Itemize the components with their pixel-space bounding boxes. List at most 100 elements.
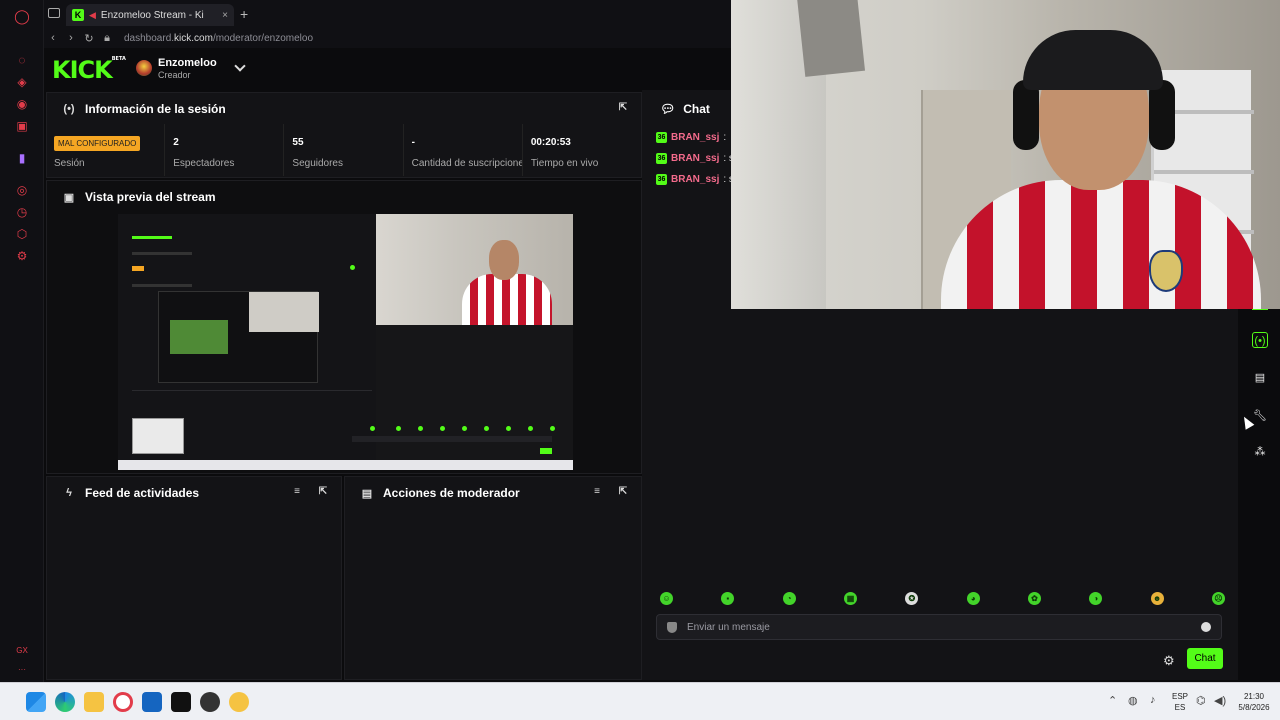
emote-icon[interactable]: ✪ — [905, 592, 919, 605]
filter-icon[interactable]: ≡ — [291, 486, 303, 498]
preview-dot — [440, 426, 445, 431]
emote-icon[interactable]: ☹ — [1211, 592, 1225, 605]
more-icon[interactable]: ··· — [14, 662, 30, 678]
channel-avatar[interactable] — [136, 60, 152, 76]
volume-tray-icon[interactable]: ◀) — [1214, 694, 1226, 707]
network-tray-icon[interactable]: ◍ — [1128, 694, 1138, 707]
settings-icon[interactable]: ⚙ — [14, 248, 30, 264]
messenger-icon[interactable]: ◉ — [14, 96, 30, 112]
app-icon[interactable] — [229, 692, 249, 712]
stat-value: 55 — [292, 137, 304, 148]
expand-icon[interactable]: ⇱ — [617, 486, 629, 498]
back-icon[interactable]: ‹ — [44, 32, 62, 44]
extensions-icon[interactable]: ⬡ — [14, 226, 30, 242]
clock-time: 21:30 — [1243, 692, 1265, 701]
mod-actions-title: Acciones de moderador — [383, 486, 520, 500]
opera-logo-icon[interactable]: ◯ — [14, 8, 30, 24]
speaker-icon[interactable]: ◀ — [89, 10, 96, 21]
emote-icon[interactable]: ☻ — [1150, 592, 1164, 605]
headset-right — [1149, 80, 1175, 150]
emote-icon[interactable]: ▦ — [843, 592, 857, 605]
kick-header: KICKBETA Enzomeloo Creador — [44, 48, 734, 90]
chat-message-input[interactable] — [687, 619, 1187, 636]
stat-label: Sesión — [54, 158, 85, 169]
twitch-icon[interactable]: ▮ — [14, 150, 30, 166]
share-icon[interactable]: ⁂ — [1252, 444, 1268, 460]
tab-kick-dashboard[interactable]: K ◀ Enzomeloo Stream - Ki × — [66, 4, 234, 26]
chat-message[interactable]: 36 BRAN_ssj : sig — [656, 174, 742, 185]
stat-label: Seguidores — [292, 158, 343, 169]
preview-thumbnail — [132, 418, 184, 454]
mod-actions-panel: ▤ Acciones de moderador ≡ ⇱ — [344, 476, 642, 680]
opera-sidebar: ◯ ◌ ◈ ◉ ▣ ▮ ◎ ◷ ⬡ ⚙ GX ··· — [0, 0, 44, 682]
wrench-icon[interactable]: 🔧︎ — [1252, 408, 1268, 424]
emote-icon[interactable]: ✿ — [1027, 592, 1041, 605]
chat-title: Chat — [683, 102, 710, 116]
mic-tray-icon[interactable]: ♪ — [1150, 694, 1156, 706]
chat-settings-icon[interactable]: ⚙ — [1163, 653, 1175, 669]
url-field[interactable]: dashboard.kick.com/moderator/enzomeloo — [124, 33, 313, 44]
preview-dot — [462, 426, 467, 431]
store-icon[interactable] — [142, 692, 162, 712]
gx-icon[interactable]: GX — [14, 643, 30, 659]
bag-icon[interactable]: ◈ — [14, 74, 30, 90]
stat-value: 2 — [173, 137, 179, 148]
chat-username[interactable]: BRAN_ssj — [671, 132, 719, 143]
emote-icon[interactable]: ◑ — [1089, 592, 1103, 605]
subscriber-badge-icon: 36 — [656, 153, 667, 164]
chat-message[interactable]: 36 BRAN_ssj : — [656, 132, 726, 143]
channel-name[interactable]: Enzomeloo — [158, 57, 217, 69]
subscriber-badge-icon: 36 — [656, 174, 667, 185]
edge-icon[interactable] — [55, 692, 75, 712]
expand-icon[interactable]: ⇱ — [617, 102, 629, 114]
emote-icon[interactable]: ◔ — [782, 592, 796, 605]
tab-close-icon[interactable]: × — [222, 10, 228, 21]
preview-person-body — [462, 274, 552, 325]
emote-icon[interactable]: ▪ — [721, 592, 735, 605]
obs-icon[interactable] — [200, 692, 220, 712]
emoji-icon[interactable] — [1201, 622, 1211, 632]
aria-icon[interactable]: ◌ — [14, 52, 30, 68]
tiktok-icon[interactable] — [171, 692, 191, 712]
opera-gx-icon[interactable] — [113, 692, 133, 712]
preview-input — [352, 436, 552, 442]
activity-feed-title: Feed de actividades — [85, 486, 200, 500]
kick-logo[interactable]: KICKBETA — [52, 56, 126, 84]
logo-text: KICK — [52, 56, 113, 84]
history-icon[interactable]: ◷ — [14, 204, 30, 220]
stream-preview-video[interactable] — [118, 214, 573, 470]
broadcast-tool-icon[interactable]: (•) — [1252, 332, 1268, 348]
filter-icon[interactable]: ≡ — [591, 486, 603, 498]
language-indicator[interactable]: ESP ES — [1170, 691, 1190, 713]
session-info-title: Información de la sesión — [85, 102, 226, 116]
mod-actions-header: ▤ Acciones de moderador ≡ ⇱ — [345, 477, 641, 509]
expand-icon[interactable]: ⇱ — [317, 486, 329, 498]
preview-dot — [350, 265, 355, 270]
chevron-down-icon[interactable] — [234, 60, 246, 72]
preview-dot — [550, 426, 555, 431]
url-prefix: dashboard. — [124, 32, 175, 44]
wifi-tray-icon[interactable]: ⌬ — [1196, 694, 1206, 707]
windows-start-icon[interactable] — [26, 692, 46, 712]
player-icon[interactable]: ◎ — [14, 182, 30, 198]
shield-icon — [667, 622, 677, 633]
preview-nested-cam — [249, 292, 319, 332]
chat-send-button[interactable]: Chat — [1187, 648, 1223, 669]
emote-bar: ☺ ▪ ◔ ▦ ✪ ◕ ✿ ◑ ☻ ☹ — [660, 592, 1225, 608]
forward-icon[interactable]: › — [62, 32, 80, 44]
chat-message[interactable]: 36 BRAN_ssj : se — [656, 153, 739, 164]
emote-icon[interactable]: ◕ — [966, 592, 980, 605]
lock-icon[interactable]: 🔒︎ — [98, 32, 116, 45]
chat-header: 💬︎ Chat — [660, 102, 710, 116]
new-tab-button[interactable]: + — [240, 6, 248, 22]
chat-username[interactable]: BRAN_ssj — [671, 174, 719, 185]
reload-icon[interactable]: ↻ — [80, 32, 98, 45]
chevron-up-icon[interactable]: ⌃ — [1108, 694, 1117, 707]
clock[interactable]: 21:30 5/8/2026 — [1234, 691, 1274, 713]
layout-tool-icon[interactable]: ▤ — [1252, 370, 1268, 386]
tab-menu-icon[interactable] — [48, 8, 60, 18]
file-explorer-icon[interactable] — [84, 692, 104, 712]
emote-icon[interactable]: ☺ — [660, 592, 673, 605]
news-icon[interactable]: ▣ — [14, 118, 30, 134]
chat-username[interactable]: BRAN_ssj — [671, 153, 719, 164]
